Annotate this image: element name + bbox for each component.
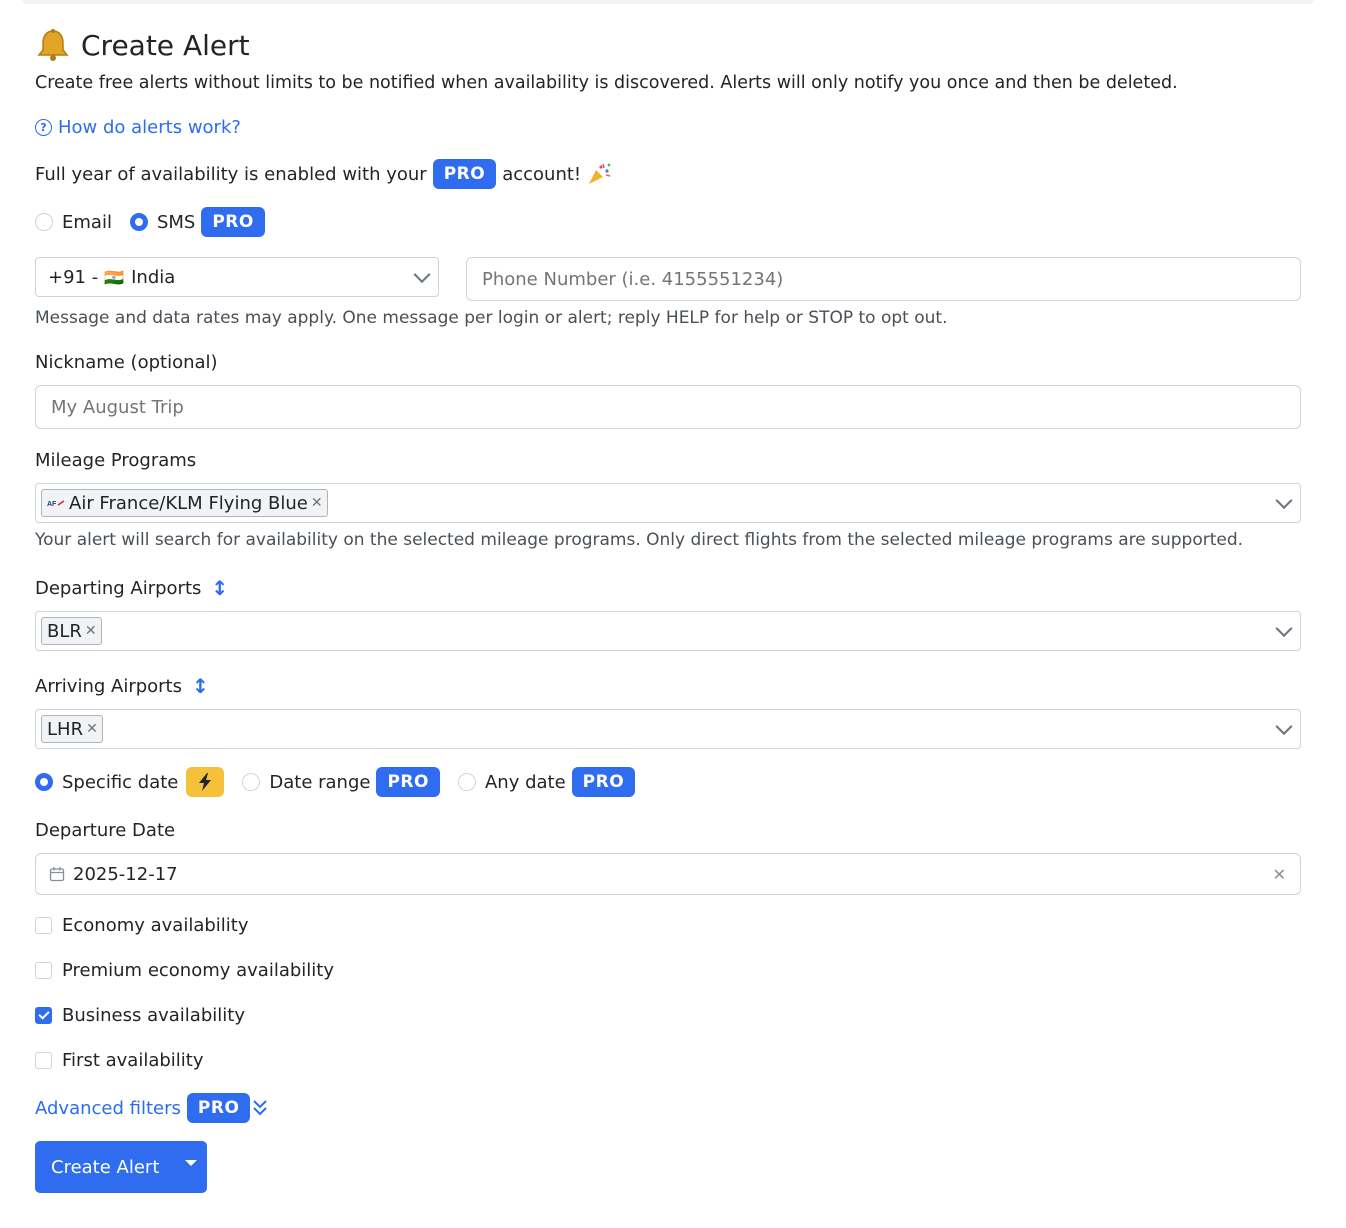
country-name: India — [131, 266, 176, 288]
departing-airports-label-text: Departing Airports — [35, 577, 202, 599]
selected-program-tag: AF Air France/KLM Flying Blue ✕ — [41, 489, 328, 517]
create-alert-button-label[interactable]: Create Alert — [35, 1157, 175, 1178]
pro-notice: Full year of availability is enabled wit… — [35, 159, 613, 189]
date-range-pro-badge: PRO — [376, 767, 440, 797]
advanced-filters-pro-badge: PRO — [186, 1093, 251, 1123]
how-alerts-work-link[interactable]: ? How do alerts work? — [35, 117, 241, 138]
sms-radio-label[interactable]: SMS — [157, 212, 195, 233]
arriving-airports-label: Arriving Airports ↕ — [35, 674, 209, 698]
premium-economy-checkbox-label[interactable]: Premium economy availability — [62, 960, 334, 981]
remove-arriving-icon[interactable]: ✕ — [86, 721, 98, 737]
double-chevron-down-icon[interactable] — [251, 1098, 269, 1118]
lightning-icon — [186, 767, 225, 797]
date-mode-group: Specific date Date range PRO Any date PR… — [35, 767, 636, 797]
arriving-airport-label: LHR — [47, 718, 84, 740]
country-code-select[interactable]: +91 - 🇮🇳 India — [35, 257, 439, 297]
pro-notice-text: Full year of availability is enabled wit… — [35, 163, 427, 185]
premium-economy-checkbox[interactable] — [35, 962, 52, 979]
chevron-down-icon — [1275, 492, 1293, 510]
phone-number-input[interactable] — [466, 257, 1301, 301]
calendar-icon — [49, 867, 65, 882]
selected-program-label: Air France/KLM Flying Blue — [69, 492, 308, 514]
country-code: +91 - — [48, 266, 99, 288]
chevron-down-icon — [1275, 718, 1293, 736]
first-checkbox-row[interactable]: First availability — [35, 1050, 204, 1071]
first-checkbox[interactable] — [35, 1052, 52, 1069]
remove-program-icon[interactable]: ✕ — [311, 495, 323, 511]
business-checkbox[interactable] — [35, 1007, 52, 1024]
page-description: Create free alerts without limits to be … — [35, 73, 1178, 93]
close-icon[interactable]: ✕ — [1273, 865, 1286, 884]
top-card-edge — [22, 0, 1314, 4]
premium-economy-checkbox-row[interactable]: Premium economy availability — [35, 960, 334, 981]
nickname-input[interactable] — [35, 385, 1301, 429]
sms-pro-badge: PRO — [201, 207, 265, 237]
airline-logo-icon: AF — [47, 500, 65, 508]
specific-date-label[interactable]: Specific date — [62, 772, 178, 793]
arriving-airport-tag: LHR ✕ — [41, 715, 103, 743]
svg-text:AF: AF — [47, 501, 57, 508]
chevron-down-icon — [413, 266, 431, 284]
economy-checkbox-label[interactable]: Economy availability — [62, 915, 249, 936]
create-alert-button[interactable]: Create Alert — [35, 1141, 207, 1193]
email-radio-label[interactable]: Email — [62, 212, 112, 233]
advanced-filters-toggle[interactable]: Advanced filters PRO — [35, 1093, 269, 1123]
email-radio[interactable] — [35, 213, 53, 231]
any-date-label[interactable]: Any date — [485, 772, 566, 793]
sms-disclaimer: Message and data rates may apply. One me… — [35, 308, 948, 328]
arriving-airports-label-text: Arriving Airports — [35, 675, 182, 697]
caret-down-icon[interactable] — [185, 1160, 197, 1166]
india-flag-icon: 🇮🇳 — [104, 267, 125, 287]
departure-date-value: 2025-12-17 — [73, 863, 178, 885]
business-checkbox-label[interactable]: Business availability — [62, 1005, 245, 1026]
mileage-programs-label: Mileage Programs — [35, 450, 197, 471]
mileage-programs-select[interactable]: AF Air France/KLM Flying Blue ✕ — [35, 483, 1301, 523]
departing-airports-label: Departing Airports ↕ — [35, 576, 228, 600]
bell-icon — [37, 29, 69, 61]
economy-checkbox-row[interactable]: Economy availability — [35, 915, 249, 936]
first-checkbox-label[interactable]: First availability — [62, 1050, 204, 1071]
departure-date-label: Departure Date — [35, 820, 176, 841]
up-down-arrow-icon[interactable]: ↕ — [192, 674, 209, 698]
page-title-text: Create Alert — [81, 28, 250, 62]
page-title: Create Alert — [35, 28, 250, 62]
date-range-radio[interactable] — [242, 773, 261, 791]
date-range-label[interactable]: Date range — [269, 772, 370, 793]
specific-date-radio[interactable] — [35, 773, 53, 791]
departing-airport-label: BLR — [47, 620, 82, 642]
any-date-radio[interactable] — [457, 773, 476, 791]
how-alerts-work-label: How do alerts work? — [58, 117, 241, 138]
any-date-pro-badge: PRO — [571, 767, 636, 797]
sms-radio[interactable] — [129, 213, 148, 231]
arriving-airports-select[interactable]: LHR ✕ — [35, 709, 1301, 749]
advanced-filters-label[interactable]: Advanced filters — [35, 1098, 181, 1119]
question-circle-icon: ? — [35, 119, 52, 136]
remove-departing-icon[interactable]: ✕ — [85, 623, 97, 639]
economy-checkbox[interactable] — [35, 917, 52, 934]
pro-notice-suffix: account! — [502, 163, 582, 185]
departing-airport-tag: BLR ✕ — [41, 617, 102, 645]
business-checkbox-row[interactable]: Business availability — [35, 1005, 245, 1026]
departing-airports-select[interactable]: BLR ✕ — [35, 611, 1301, 651]
pro-badge: PRO — [432, 159, 497, 189]
up-down-arrow-icon[interactable]: ↕ — [211, 576, 228, 600]
chevron-down-icon — [1275, 620, 1293, 638]
notify-method-group: Email SMS PRO — [35, 207, 265, 237]
nickname-label: Nickname (optional) — [35, 352, 218, 373]
mileage-programs-help: Your alert will search for availability … — [35, 530, 1244, 550]
departure-date-input[interactable]: 2025-12-17 ✕ — [35, 853, 1301, 895]
party-popper-icon — [589, 163, 611, 184]
